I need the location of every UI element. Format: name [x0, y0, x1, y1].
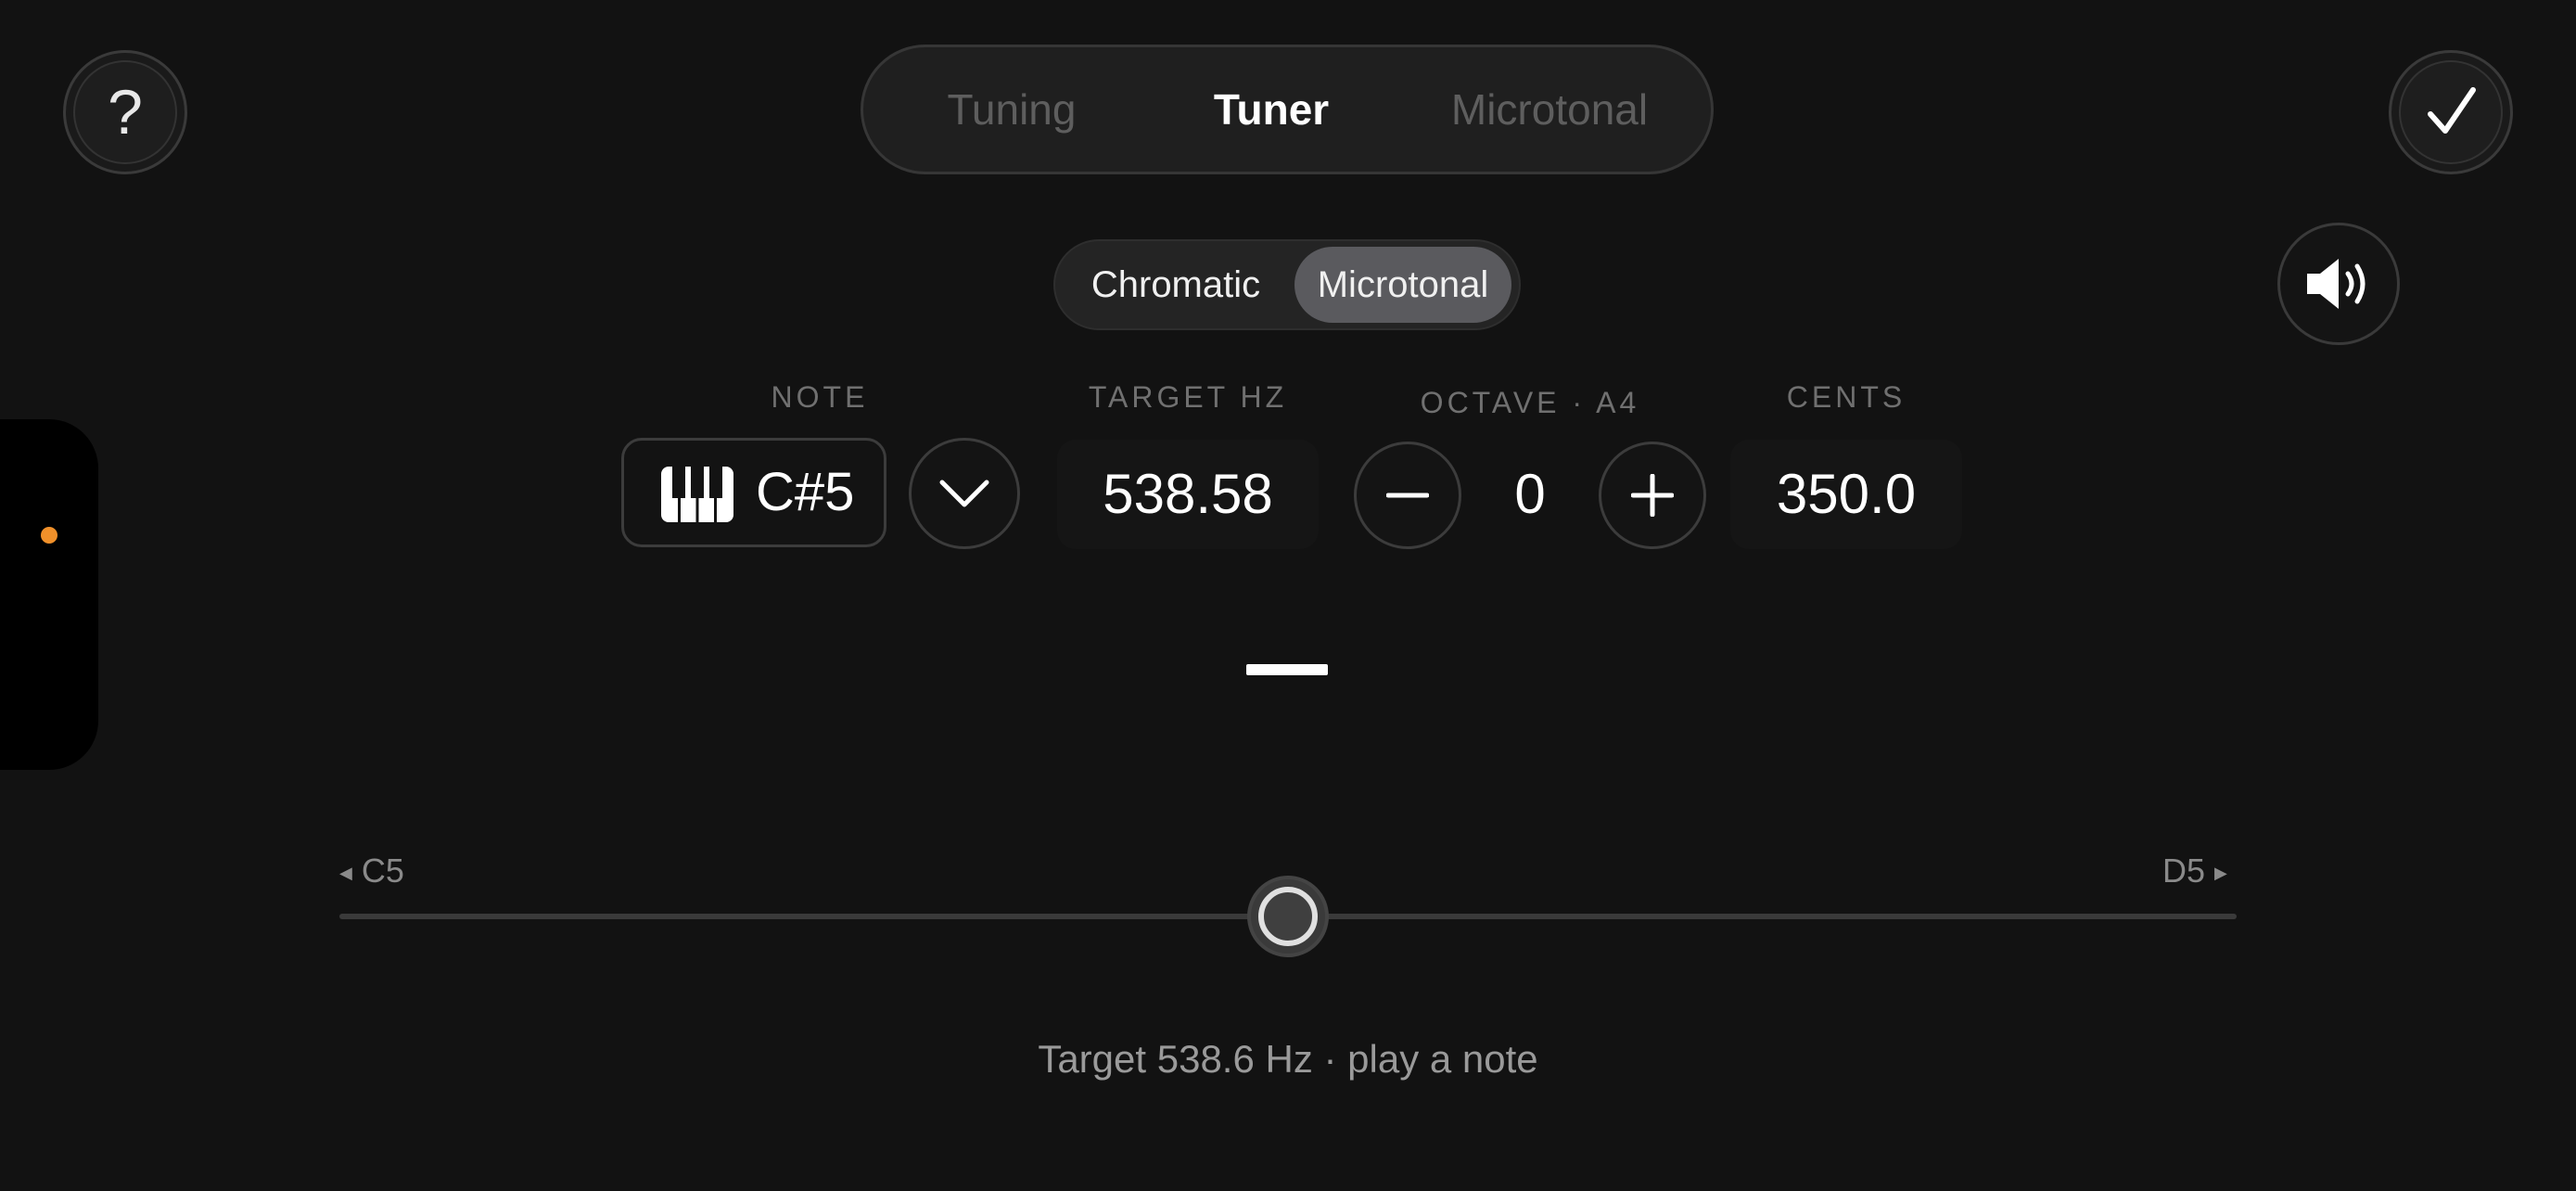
slider-right-note: D5	[2162, 852, 2206, 890]
tab-tuning[interactable]: Tuning	[919, 47, 1104, 172]
plus-icon	[1631, 474, 1674, 517]
segment-chromatic[interactable]: Chromatic	[1065, 247, 1287, 323]
note-dropdown-button[interactable]	[909, 438, 1020, 549]
cents-field[interactable]: 350.0	[1730, 440, 1962, 549]
slider-left-note: C5	[361, 852, 404, 890]
side-handle[interactable]	[0, 419, 98, 770]
chevron-down-icon	[939, 480, 989, 507]
pitch-slider-thumb[interactable]	[1247, 876, 1329, 957]
note-value: C#5	[756, 462, 855, 522]
octave-value: 0	[1514, 463, 1546, 525]
mode-segmented-control: Chromatic Microtonal	[1053, 239, 1521, 330]
triangle-right-icon: ▶	[2214, 863, 2227, 882]
octave-decrement-button[interactable]	[1354, 442, 1461, 549]
piano-icon	[661, 467, 733, 522]
pitch-indicator-bar	[1246, 664, 1328, 675]
octave-label: OCTAVE · A4	[1420, 386, 1640, 419]
slider-right-label: D5 ▶	[2162, 852, 2227, 890]
note-selector[interactable]: C#5	[621, 438, 886, 547]
octave-increment-button[interactable]	[1599, 442, 1706, 549]
triangle-left-icon: ◀	[339, 863, 352, 882]
slider-left-label: ◀ C5	[339, 852, 404, 890]
slider-thumb-ring	[1258, 887, 1318, 946]
cents-label: CENTS	[1786, 380, 1906, 414]
status-text: Target 538.6 Hz · play a note	[1038, 1037, 1538, 1081]
segment-microtonal[interactable]: Microtonal	[1294, 247, 1511, 323]
question-mark-icon: ?	[108, 77, 143, 147]
minus-icon	[1386, 493, 1429, 498]
tab-microtonal[interactable]: Microtonal	[1429, 47, 1670, 172]
tab-tuner[interactable]: Tuner	[1169, 47, 1373, 172]
note-label: NOTE	[771, 380, 869, 414]
done-button[interactable]	[2389, 50, 2513, 174]
target-hz-label: TARGET HZ	[1088, 380, 1288, 414]
recording-indicator-dot	[41, 527, 57, 544]
speaker-icon	[2307, 259, 2366, 309]
help-button[interactable]: ?	[63, 50, 187, 174]
top-tab-bar: Tuning Tuner Microtonal	[861, 45, 1714, 174]
sound-button[interactable]	[2277, 223, 2400, 345]
checkmark-icon	[2428, 87, 2476, 134]
target-hz-field[interactable]: 538.58	[1057, 440, 1319, 549]
